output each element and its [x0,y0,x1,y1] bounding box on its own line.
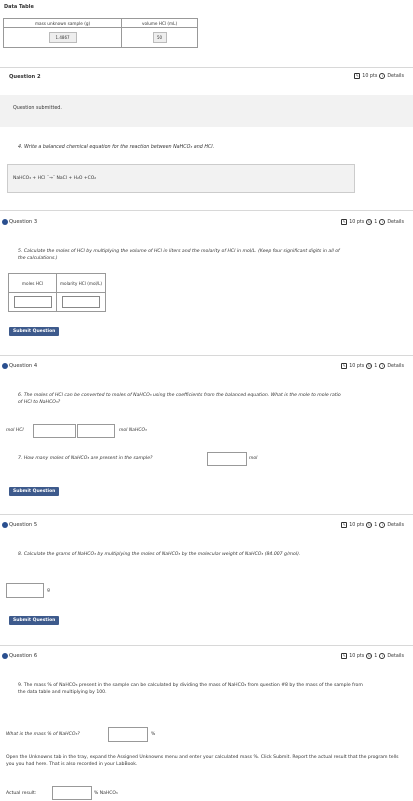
question-6-details-link[interactable]: Details [387,654,404,659]
data-table-col1-header: mass unknown sample (g) [2,18,123,28]
question-3-prompt: 5. Calculate the moles of HCl by multipl… [18,249,340,261]
question-2-meta: ✎ 10 pts i Details [354,73,404,79]
question-6-ask: What is the mass % of NaHCO₃? [6,732,80,737]
question-4-submit-button[interactable]: Submit Question [9,487,60,496]
sample-mass-value: 1.4867 [48,32,77,43]
info-icon: i [379,522,386,528]
question-2-points: 10 pts [362,73,378,79]
mol-nahco3-label: mol NaHCO₃ [119,428,147,433]
info-icon: i [379,73,386,79]
molarity-hcl-header: molarity HCl (mol/L) [56,273,106,293]
retry-icon: ↻ [366,219,373,225]
moles-hcl-header: moles HCl [8,273,57,293]
grams-unit: g [47,588,50,593]
edit-icon: ✎ [341,363,348,369]
question-6-prompt: 9. The mass % of NaHCO₃ present in the s… [18,683,363,695]
retry-icon: ↻ [366,522,373,528]
edit-icon: ✎ [341,653,348,659]
question-4-meta: ✎ 10 pts ↻ 1 i Details [341,363,404,369]
info-icon: i [379,363,386,369]
question-6-instructions: Open the Unknowns tab in the tray, expan… [6,755,399,767]
hcl-volume-value: 50 [152,32,167,43]
question-5-meta: ✎ 10 pts ↻ 1 i Details [341,522,404,528]
data-table-col1-cell: 1.4867 [2,27,123,48]
moles-nahco3-input[interactable] [207,452,247,466]
moles-hcl-cell [8,292,57,312]
data-table-col2-cell: 50 [121,27,198,48]
actual-result-unit: % NaHCO₃ [94,791,118,796]
question-3-answer-table: moles HCl molarity HCl (mol/L) [8,273,106,312]
grams-nahco3-input[interactable] [6,583,44,598]
question-3-title: Question 3 [9,219,38,225]
edit-icon: ✎ [354,73,361,79]
question-3-attempts: 1 [374,219,378,225]
data-table: mass unknown sample (g) volume HCl (mL) … [2,18,198,48]
mass-percent-input[interactable] [108,727,148,742]
mass-percent-unit: % [151,732,156,737]
question-2-submitted-band [0,95,413,127]
question-3-meta: ✎ 10 pts ↻ 1 i Details [341,219,404,225]
info-icon: i [379,653,386,659]
question-5-indicator [2,522,8,528]
question-2-details-link[interactable]: Details [387,74,404,79]
edit-icon: ✎ [341,219,348,225]
info-icon: i [379,219,386,225]
mol-hcl-label: mol HCl [6,428,24,433]
actual-result-label: Actual result: [6,791,37,796]
question-6-attempts: 1 [374,653,378,659]
molarity-hcl-input[interactable] [62,295,100,308]
question-4-points: 10 pts [349,363,365,369]
question-5-submit-button[interactable]: Submit Question [9,616,60,625]
question-3-indicator [2,219,8,225]
question-4-title: Question 4 [9,363,38,369]
question-5-title: Question 5 [9,522,38,528]
question-4-details-link[interactable]: Details [387,364,404,369]
question-2-answer: NaHCO₃ + HCl ˉ→ˉ NaCl + H₂O +CO₂ [13,176,97,181]
question-6-title: Question 6 [9,653,38,659]
question-5-points: 10 pts [349,522,365,528]
question-6-points: 10 pts [349,653,365,659]
mol-hcl-input[interactable] [33,424,76,438]
edit-icon: ✎ [341,522,348,528]
question-6-indicator [2,653,8,659]
question-2-title: Question 2 [9,74,41,80]
molarity-hcl-cell [56,292,106,312]
question-4-indicator [2,363,8,369]
question-5-attempts: 1 [374,522,378,528]
moles-hcl-input[interactable] [13,295,52,308]
data-table-title: Data Table [4,4,34,10]
question-4-attempts: 1 [374,363,378,369]
data-table-col2-header: volume HCl (mL) [121,18,198,28]
moles-nahco3-unit: mol [249,456,258,461]
question-5-prompt: 8. Calculate the grams of NaHCO₃ by mult… [18,552,301,557]
mol-nahco3-input[interactable] [77,424,115,438]
question-3-details-link[interactable]: Details [387,220,404,225]
question-6-meta: ✎ 10 pts ↻ 1 i Details [341,653,404,659]
question-3-submit-button[interactable]: Submit Question [9,327,60,336]
question-2-prompt: 4. Write a balanced chemical equation fo… [18,145,215,150]
question-submitted-notice: Question submitted. [13,106,62,111]
question-5-details-link[interactable]: Details [387,523,404,528]
question-3-points: 10 pts [349,219,365,225]
question-4-prompt: 6. The moles of HCl can be converted to … [18,393,341,405]
retry-icon: ↻ [366,653,373,659]
question-4-prompt-2: 7. How many moles of NaHCO₃ are present … [18,456,153,461]
actual-result-input[interactable] [52,786,92,800]
retry-icon: ↻ [366,363,373,369]
